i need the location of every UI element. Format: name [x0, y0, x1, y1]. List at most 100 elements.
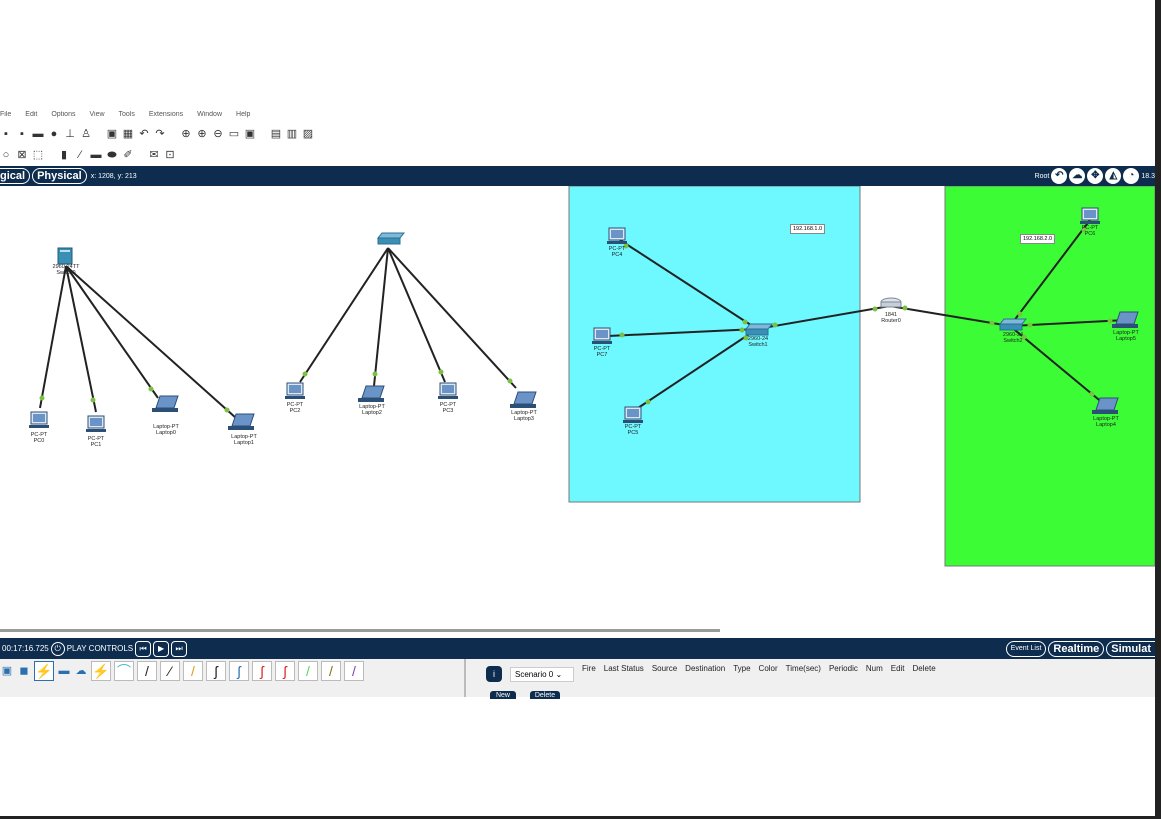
end-device-icon[interactable]: ▣: [0, 664, 14, 678]
laptop-icon[interactable]: [152, 395, 179, 412]
misc-icon[interactable]: ▬: [57, 664, 71, 678]
zoom-in-icon[interactable]: ⊕: [180, 128, 192, 140]
menu-item[interactable]: File: [0, 111, 11, 118]
delete-scenario-button[interactable]: Delete: [530, 691, 560, 699]
menu-item[interactable]: Tools: [119, 111, 135, 118]
logical-workspace[interactable]: 2960-24TT Switch0 PC-PT PC0 PC-PT PC1 Lapto…: [0, 186, 1155, 630]
fiber-icon[interactable]: /: [183, 661, 203, 681]
move-icon[interactable]: ✥: [1087, 168, 1104, 184]
window-icon[interactable]: ▭: [228, 128, 240, 140]
line-icon[interactable]: ⁄: [74, 149, 86, 161]
router-icon[interactable]: [880, 297, 902, 308]
power-cycle-icon[interactable]: ⏻: [50, 641, 65, 656]
connections-icon[interactable]: ⚡: [34, 661, 54, 681]
pc-icon[interactable]: [29, 411, 49, 428]
note-icon[interactable]: ▮: [58, 149, 70, 161]
copy-icon[interactable]: ▣: [106, 128, 118, 140]
custom-device-icon[interactable]: ▥: [286, 128, 298, 140]
back-step-icon[interactable]: ⏮: [135, 640, 152, 657]
menu-item[interactable]: Extensions: [149, 111, 183, 118]
add-complex-pdu-icon[interactable]: ⊡: [164, 149, 176, 161]
add-simple-pdu-icon[interactable]: ✉: [148, 149, 160, 161]
menu-item[interactable]: View: [89, 111, 104, 118]
window2-icon[interactable]: ▣: [244, 128, 256, 140]
pdu-column-header: Type: [733, 664, 751, 673]
realtime-button[interactable]: Realtime: [1048, 640, 1105, 657]
resize-icon[interactable]: ⬚: [32, 149, 44, 161]
back-icon[interactable]: ↶: [1051, 168, 1068, 184]
laptop-icon[interactable]: [228, 413, 255, 430]
iot-cable-icon[interactable]: /: [321, 661, 341, 681]
link-dot: [739, 327, 745, 333]
pdu-column-header: Destination: [685, 664, 726, 673]
pc-icon[interactable]: [607, 227, 627, 244]
pc-icon[interactable]: [86, 415, 106, 432]
rectangle-icon[interactable]: ▬: [90, 149, 102, 161]
search-icon[interactable]: ○: [0, 149, 12, 161]
undo-icon[interactable]: ↶: [138, 128, 150, 140]
copper-cross-icon[interactable]: ⁄: [160, 661, 180, 681]
horizontal-scrollbar[interactable]: [0, 629, 720, 632]
print-icon[interactable]: ▬: [32, 128, 44, 140]
copper-straight-icon[interactable]: /: [137, 661, 157, 681]
logical-tab[interactable]: gical: [0, 168, 31, 184]
save-as-icon[interactable]: ▪: [16, 128, 28, 140]
palette-icon[interactable]: ▤: [270, 128, 282, 140]
pc-icon[interactable]: [592, 327, 612, 344]
play-icon[interactable]: ▶: [153, 640, 170, 657]
scenario-select[interactable]: Scenario 0 ⌄: [510, 667, 574, 682]
inspect-icon[interactable]: ♙: [80, 128, 92, 140]
save-icon[interactable]: ▪: [0, 128, 12, 140]
menu-item[interactable]: Options: [51, 111, 75, 118]
console-cable-icon[interactable]: ⌒: [114, 661, 134, 681]
new-scenario-button[interactable]: New: [490, 691, 516, 699]
serial-dte-icon[interactable]: ʃ: [275, 661, 295, 681]
workspace-view-bar: gical Physical x: 1208, y: 213 Root ↶ ☁ …: [0, 166, 1155, 186]
pc-icon[interactable]: [438, 382, 458, 399]
pdu-column-header: Last Status: [603, 664, 644, 673]
pc-icon[interactable]: [1080, 207, 1100, 224]
freeform-icon[interactable]: ✐: [122, 149, 134, 161]
components-icon[interactable]: ◼: [17, 664, 31, 678]
coaxial-icon[interactable]: ʃ: [229, 661, 249, 681]
simulation-button[interactable]: Simulat: [1106, 640, 1155, 657]
pc-icon[interactable]: [285, 382, 305, 399]
menu-item[interactable]: Window: [197, 111, 222, 118]
set-background-icon[interactable]: ◭: [1105, 168, 1122, 184]
usb-cable-icon[interactable]: /: [344, 661, 364, 681]
redo-icon[interactable]: ↷: [154, 128, 166, 140]
switch-icon[interactable]: [57, 247, 73, 265]
delete-icon[interactable]: ⊠: [16, 149, 28, 161]
pc1-label: PC-PT PC1: [87, 436, 105, 448]
phone-cable-icon[interactable]: ʃ: [206, 661, 226, 681]
switch-icon[interactable]: [376, 232, 406, 245]
multiuser-icon[interactable]: ☁: [74, 664, 88, 678]
viewport-icon[interactable]: ◔: [1123, 168, 1140, 184]
menu-item[interactable]: Help: [236, 111, 250, 118]
link-dot: [507, 378, 513, 384]
pc3-label: PC-PT PC3: [439, 402, 457, 414]
forward-step-icon[interactable]: ⏭: [171, 640, 188, 657]
ellipse-icon[interactable]: ⬬: [106, 149, 118, 161]
laptop-icon[interactable]: [358, 385, 385, 402]
laptop2-label: Laptop-PT Laptop2: [359, 404, 385, 416]
physical-tab[interactable]: Physical: [32, 168, 87, 184]
auto-connection-icon[interactable]: ⚡: [91, 661, 111, 681]
activity-wizard-icon[interactable]: ●: [48, 128, 60, 140]
topology-canvas: [29, 186, 1155, 567]
image-icon[interactable]: ▨: [302, 128, 314, 140]
event-list-button[interactable]: Event List: [1005, 640, 1047, 657]
laptop-icon[interactable]: [510, 391, 537, 408]
zoom-reset-icon[interactable]: ⊕: [196, 128, 208, 140]
switch-icon[interactable]: [998, 318, 1028, 331]
zoom-out-icon[interactable]: ⊖: [212, 128, 224, 140]
paste-icon[interactable]: ▦: [122, 128, 134, 140]
network-info-icon[interactable]: ⊥: [64, 128, 76, 140]
info-icon[interactable]: i: [486, 666, 502, 682]
menu-item[interactable]: Edit: [25, 111, 37, 118]
pc-icon[interactable]: [623, 406, 643, 423]
octal-cable-icon[interactable]: /: [298, 661, 318, 681]
cluster-icon[interactable]: ☁: [1069, 168, 1086, 184]
serial-dce-icon[interactable]: ʃ: [252, 661, 272, 681]
switch-icon[interactable]: [744, 323, 774, 336]
